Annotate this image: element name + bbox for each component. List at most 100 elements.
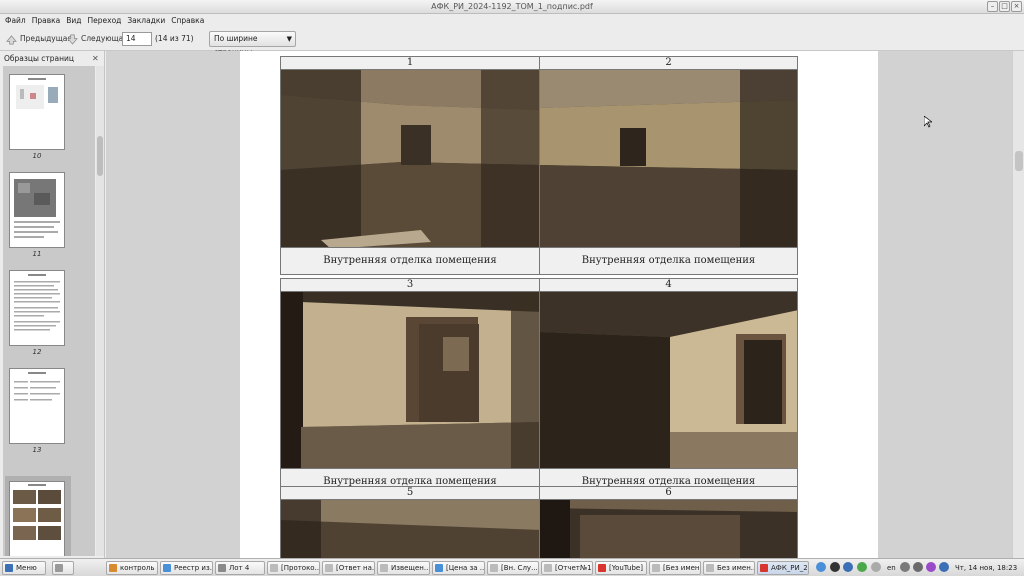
document-icon [270, 564, 278, 572]
document-icon [380, 564, 388, 572]
folder-icon [218, 564, 226, 572]
taskbar-item-label: [Вн. Слу... [501, 564, 538, 572]
taskbar: Меню контроль ... Реестр из... Лот 4 [Пр… [0, 558, 1024, 576]
menu-file[interactable]: Файл [2, 14, 29, 27]
taskbar-item-label: контроль ... [120, 564, 157, 572]
tray-icon[interactable] [926, 562, 936, 572]
arrow-down-icon [67, 34, 78, 45]
update-icon[interactable] [857, 562, 867, 572]
thumbnail-page-11[interactable] [9, 172, 65, 248]
window-title: АФК_РИ_2024-1192_ТОМ_1_подпис.pdf [431, 2, 593, 11]
arrow-up-icon [6, 34, 17, 44]
thumbnail-label: 10 [32, 152, 42, 160]
page-number-input[interactable]: 14 [122, 32, 152, 46]
minimize-button[interactable]: – [987, 1, 998, 12]
show-desktop-button[interactable] [52, 561, 74, 575]
room-photo-image [540, 70, 797, 247]
close-button[interactable]: × [1011, 1, 1022, 12]
photo-number-6: 6 [539, 486, 798, 500]
taskbar-item[interactable]: Извещен... [377, 561, 430, 575]
start-menu-button[interactable]: Меню [2, 561, 46, 575]
photo-1 [280, 69, 540, 248]
menu-bookmarks[interactable]: Закладки [124, 14, 168, 27]
photo-6 [539, 499, 798, 558]
document-icon [706, 564, 714, 572]
taskbar-item[interactable]: [Вн. Слу... [487, 561, 539, 575]
thumbnail-preview [16, 78, 58, 109]
thumbnail-page-12[interactable] [9, 270, 65, 346]
network-icon[interactable] [816, 562, 826, 572]
tray-icon[interactable] [900, 562, 910, 572]
taskbar-item[interactable]: [Цена за ... [432, 561, 485, 575]
dropdown-caret-icon: ▼ [286, 35, 292, 43]
keyboard-layout[interactable]: en [887, 561, 896, 575]
taskbar-item[interactable]: [Ответ на... [322, 561, 375, 575]
taskbar-item-label: Извещен... [391, 564, 430, 572]
pdf-icon [760, 564, 768, 572]
menu-go[interactable]: Переход [85, 14, 125, 27]
thumbnail-label: 13 [32, 446, 42, 454]
previous-page-button[interactable]: Предыдущая [6, 32, 72, 46]
thumbnail-preview [14, 179, 60, 238]
tray-icon[interactable] [871, 562, 881, 572]
taskbar-item-label: АФК_РИ_2... [771, 564, 808, 572]
tray-icon[interactable] [913, 562, 923, 572]
document-viewer[interactable]: 1 2 Внутренняя отделка помещения Внутрен… [106, 51, 1012, 558]
vk-icon[interactable] [843, 562, 853, 572]
document-icon [325, 564, 333, 572]
browser-icon [163, 564, 171, 572]
thumbnail-list[interactable]: 10 11 12 13 [3, 66, 95, 556]
clock[interactable]: Чт, 14 ноя, 18:23 [955, 561, 1017, 575]
taskbar-item-label: [Протоко... [281, 564, 320, 572]
taskbar-item[interactable]: [Без имен... [649, 561, 701, 575]
menu-help[interactable]: Справка [168, 14, 207, 27]
viewer-scroll-thumb[interactable] [1015, 151, 1023, 171]
menu-view[interactable]: Вид [63, 14, 84, 27]
room-photo-image [281, 70, 539, 247]
photo-number-3: 3 [280, 278, 540, 292]
thumbnail-preview [14, 274, 60, 331]
taskbar-item-label: [Ответ на... [336, 564, 375, 572]
viewer-scrollbar[interactable] [1012, 51, 1024, 558]
taskbar-item[interactable]: Без имен... [703, 561, 755, 575]
bluetooth-icon[interactable] [939, 562, 949, 572]
taskbar-item-active[interactable]: АФК_РИ_2... [757, 561, 809, 575]
sidebar-close-icon[interactable]: ✕ [92, 54, 99, 64]
menu-edit[interactable]: Правка [29, 14, 64, 27]
photo-caption-2: Внутренняя отделка помещения [539, 247, 798, 275]
thumbnail-page-14[interactable] [9, 481, 65, 556]
photo-number-4: 4 [539, 278, 798, 292]
maximize-button[interactable]: □ [999, 1, 1010, 12]
taskbar-item-label: [Цена за ... [446, 564, 485, 572]
thumbnail-label: 12 [32, 348, 42, 356]
taskbar-item[interactable]: [YouTube] [595, 561, 647, 575]
document-icon [652, 564, 660, 572]
zoom-select[interactable]: По ширине страницы ▼ [209, 31, 296, 57]
taskbar-item[interactable]: Реестр из... [160, 561, 213, 575]
sidebar-title: Образцы страниц [4, 54, 75, 63]
taskbar-item-label: Лот 4 [229, 564, 250, 572]
thumbnail-label: 11 [32, 250, 42, 258]
document-icon [490, 564, 498, 572]
yandex-icon[interactable] [830, 562, 840, 572]
pdf-page: 1 2 Внутренняя отделка помещения Внутрен… [240, 51, 878, 558]
previous-label: Предыдущая [20, 34, 72, 43]
window-titlebar: АФК_РИ_2024-1192_ТОМ_1_подпис.pdf – □ × [0, 0, 1024, 14]
taskbar-item[interactable]: [Протоко... [267, 561, 320, 575]
photo-caption-1: Внутренняя отделка помещения [280, 247, 540, 275]
taskbar-item-label: Реестр из... [174, 564, 213, 572]
thumbnail-page-13[interactable] [9, 368, 65, 444]
sidebar-scrollbar[interactable] [96, 66, 104, 556]
next-page-button[interactable]: Следующая [67, 32, 128, 46]
toolbar: Предыдущая Следующая 14 (14 из 71) По ши… [0, 27, 1024, 57]
next-label: Следующая [81, 34, 128, 43]
sidebar-scroll-thumb[interactable] [97, 136, 103, 176]
taskbar-item[interactable]: [Отчет№1... [541, 561, 593, 575]
taskbar-item-label: [Без имен... [663, 564, 700, 572]
thumbnail-preview [14, 372, 60, 401]
taskbar-item[interactable]: контроль ... [106, 561, 158, 575]
thumbnail-sidebar: Образцы страниц ✕ 10 11 12 13 [0, 51, 105, 558]
thumbnail-page-10[interactable] [9, 74, 65, 150]
taskbar-item[interactable]: Лот 4 [215, 561, 265, 575]
thumbnail-preview [13, 484, 61, 540]
